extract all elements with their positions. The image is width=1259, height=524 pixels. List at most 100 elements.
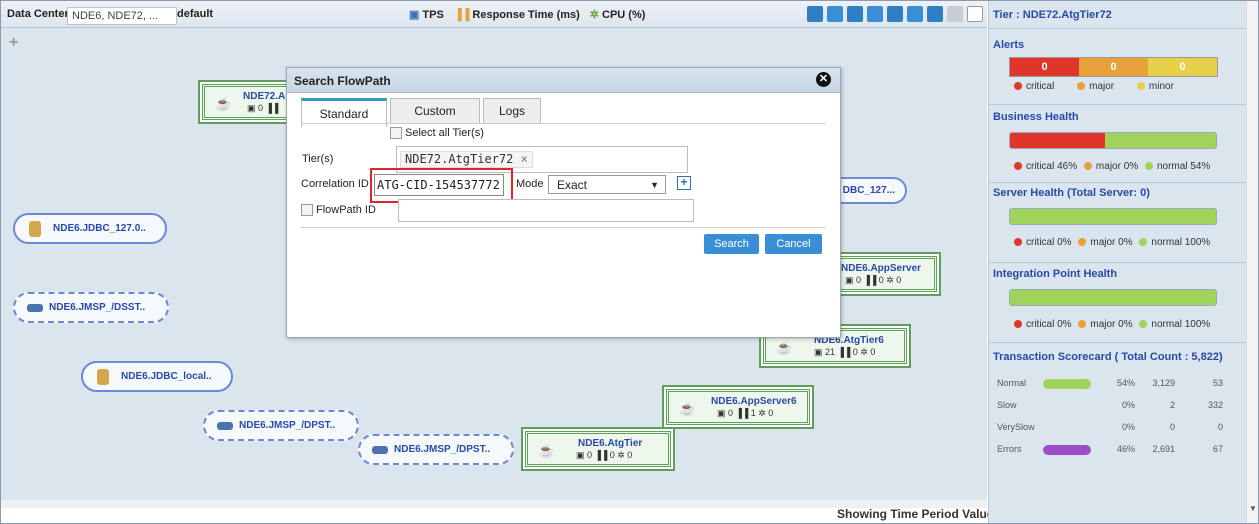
bar-chart-icon: ▐▐ <box>453 8 470 21</box>
chevron-down-icon: ▼ <box>650 180 659 190</box>
flowpath-id-input[interactable] <box>398 199 694 222</box>
select-all-row[interactable]: Select all Tier(s) <box>390 127 484 140</box>
app-frame: Data Center NDE6, NDE72, ... default ▣ TP… <box>0 0 1259 524</box>
tier-node[interactable]: NDE6.AppServer ▣ 0 ▐▐ 0 ✲ 0 <box>834 256 937 292</box>
major-count[interactable]: 0 <box>1079 58 1148 76</box>
legend-tps[interactable]: ▣ TPS <box>409 8 444 21</box>
business-health-legend: critical 46% major 0% normal 54% <box>1014 161 1210 172</box>
java-icon: ☕ <box>215 96 232 111</box>
mode-select[interactable]: Exact ▼ <box>548 175 666 194</box>
save-icon[interactable] <box>847 6 863 22</box>
close-icon[interactable]: ✕ <box>816 72 831 87</box>
legend-response-time[interactable]: ▐▐ Response Time (ms) <box>454 9 580 21</box>
jdbc-node[interactable]: NDE6.JDBC_127.0.. <box>13 213 167 244</box>
tier-stats: ▣ 21 ▐▐ 0 ✲ 0 <box>814 347 876 357</box>
tab-custom[interactable]: Custom <box>390 98 480 123</box>
legend-cpu[interactable]: ✲ CPU (%) <box>590 8 646 21</box>
tab-logs[interactable]: Logs <box>483 98 541 123</box>
dialog-divider <box>301 227 826 228</box>
select-all-checkbox[interactable] <box>390 127 402 140</box>
tier-label: Tier(s) <box>302 153 334 165</box>
tier-node[interactable]: ☕ NDE6.AtgTier ▣ 0 ▐▐ 0 ✲ 0 <box>525 431 671 467</box>
scorecard-bar <box>1043 379 1091 389</box>
alerts-bar: 0 0 0 <box>1009 57 1218 77</box>
scorecard-row[interactable]: Errors 46% 2,691 67 <box>997 444 1233 456</box>
toggle-panel-icon[interactable] <box>967 6 983 22</box>
java-icon: ☕ <box>679 401 696 416</box>
node-label: NDE6.JMSP_/DPST.. <box>239 420 336 431</box>
normal-dot-icon <box>1139 320 1148 329</box>
flowpath-checkbox[interactable] <box>301 204 313 217</box>
server-health-section: Server Health (Total Server: 0) critical… <box>989 182 1247 263</box>
table-icon[interactable] <box>927 6 943 22</box>
tier-title: Tier : NDE72.AtgTier72 <box>993 9 1112 21</box>
dialog-title: Search FlowPath <box>294 74 391 88</box>
tab-divider <box>301 123 826 124</box>
node-label: NDE6.JDBC_127.0.. <box>53 223 146 234</box>
server-health-title: Server Health (Total Server: 0) <box>993 187 1150 199</box>
java-icon: ☕ <box>538 443 555 458</box>
alerts-title: Alerts <box>993 39 1025 51</box>
dialog-header[interactable]: Search FlowPath ✕ <box>287 68 840 93</box>
tier-name: NDE6.AppServer6 <box>711 396 797 407</box>
database-icon <box>29 220 41 237</box>
layout-icon[interactable] <box>807 6 823 22</box>
metric-legend: ▣ TPS ▐▐ Response Time (ms) ✲ CPU (%) <box>409 8 646 22</box>
scorecard-title: Transaction Scorecard ( Total Count : 5,… <box>993 351 1223 363</box>
export-icon[interactable] <box>827 6 843 22</box>
refresh-icon[interactable] <box>907 6 923 22</box>
tier-stats: ▣ 0 ▐▐ 1 ✲ 0 <box>717 408 774 418</box>
tier-name: NDE6.AtgTier <box>578 438 643 449</box>
flowpath-row[interactable]: FlowPath ID <box>301 204 376 217</box>
server-health-bar[interactable] <box>1009 208 1217 225</box>
critical-dot-icon <box>1014 82 1022 91</box>
scorecard-row[interactable]: VerySlow 0% 0 0 <box>997 422 1233 434</box>
zoom-in-icon[interactable]: + <box>9 35 23 51</box>
alerts-legend: critical major minor <box>1014 81 1174 92</box>
database-icon <box>97 368 109 385</box>
fit-icon[interactable] <box>887 6 903 22</box>
tier-name: NDE72.Ap <box>243 91 292 102</box>
add-criteria-button[interactable]: + <box>677 176 691 190</box>
jms-icon <box>372 445 388 454</box>
tier-name: NDE6.AppServer <box>841 263 922 274</box>
business-health-title: Business Health <box>993 111 1079 123</box>
jdbc-node[interactable]: NDE6.JDBC_local.. <box>81 361 233 392</box>
jms-node[interactable]: NDE6.JMSP_/DPST.. <box>203 410 359 441</box>
critical-dot-icon <box>1014 238 1022 247</box>
time-period-text: Showing Time Period Value <box>837 507 994 521</box>
vertical-scrollbar[interactable]: ▼ <box>1246 1 1258 523</box>
remove-tag-icon[interactable]: × <box>521 152 528 166</box>
data-center-label: Data Center <box>7 8 69 20</box>
data-center-selector[interactable]: NDE6, NDE72, ... <box>67 7 177 25</box>
cancel-button[interactable]: Cancel <box>765 234 822 254</box>
node-label: DBC_127... <box>842 185 895 196</box>
scorecard-row[interactable]: Slow 0% 2 332 <box>997 400 1233 412</box>
tier-stats: ▣ 0 ▐▐ 0 ✲ 0 <box>845 275 902 285</box>
tier-node[interactable]: ☕ NDE72.Ap ▣ 0 ▐▐ <box>202 84 298 120</box>
critical-dot-icon <box>1014 162 1022 171</box>
jms-node[interactable]: NDE6.JMSP_/DSST.. <box>13 292 169 323</box>
tier-node[interactable]: ☕ NDE6.AppServer6 ▣ 0 ▐▐ 1 ✲ 0 <box>666 389 810 425</box>
grid-icon[interactable] <box>867 6 883 22</box>
integration-health-title: Integration Point Health <box>993 268 1118 280</box>
scroll-down-icon[interactable]: ▼ <box>1249 504 1257 513</box>
major-dot-icon <box>1083 162 1092 171</box>
scorecard-row[interactable]: Normal 54% 3,129 53 <box>997 378 1233 390</box>
cpu-icon: ✲ <box>589 9 600 21</box>
scorecard-bar <box>1043 445 1091 455</box>
major-dot-icon <box>1077 82 1086 91</box>
critical-count[interactable]: 0 <box>1010 58 1079 76</box>
minor-count[interactable]: 0 <box>1148 58 1217 76</box>
search-flowpath-dialog: Search FlowPath ✕ Standard Custom Logs S… <box>286 67 841 338</box>
mode-label: Mode <box>516 178 544 190</box>
tier-stats: ▣ 0 ▐▐ <box>247 103 279 113</box>
settings-icon[interactable] <box>947 6 963 22</box>
jms-node[interactable]: NDE6.JMSP_/DPST.. <box>358 434 514 465</box>
integration-health-bar[interactable] <box>1009 289 1217 306</box>
search-button[interactable]: Search <box>704 234 759 254</box>
highlight-box <box>370 168 513 203</box>
alerts-section: Alerts 0 0 0 critical major minor <box>989 28 1247 105</box>
tier-tag: NDE72.AtgTier72 × <box>400 151 533 168</box>
business-health-bar[interactable] <box>1009 132 1217 149</box>
